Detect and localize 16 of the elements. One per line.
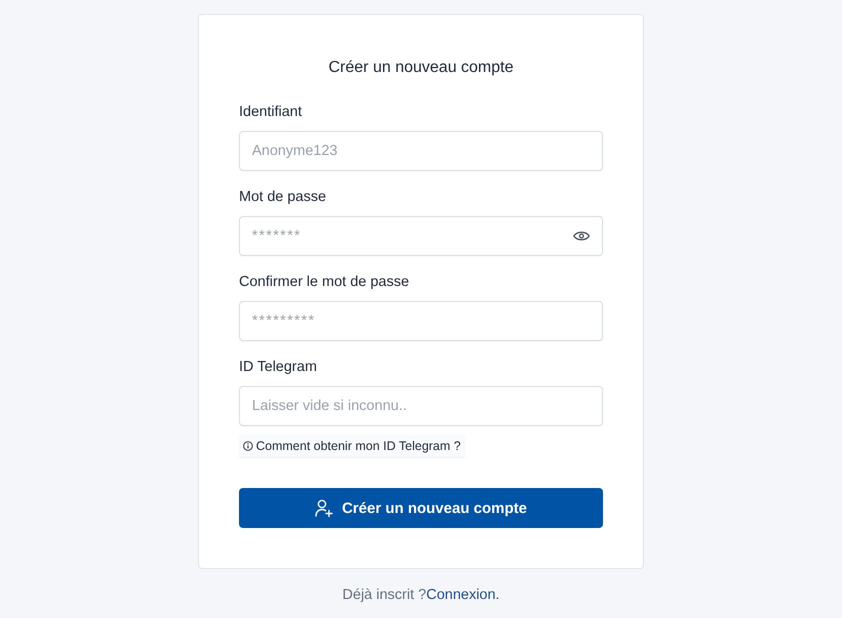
card-title: Créer un nouveau compte: [328, 58, 514, 78]
field-label: Confirmer le mot de passe: [239, 273, 410, 292]
user-plus-icon: [314, 499, 333, 517]
login-link[interactable]: Connexion.: [426, 587, 500, 603]
telegram-id-field[interactable]: Laisser vide si inconnu..: [239, 386, 603, 426]
telegram-help-link[interactable]: Comment obtenir mon ID Telegram ?: [239, 435, 465, 458]
eye-icon[interactable]: [573, 230, 590, 242]
field-label: ID Telegram: [239, 358, 317, 377]
password-field[interactable]: *******: [239, 216, 603, 256]
confirm-password-field[interactable]: *********: [239, 301, 603, 341]
username-field[interactable]: Anonyme123: [239, 131, 603, 171]
field-label: Mot de passe: [239, 188, 326, 207]
create-account-button[interactable]: Créer un nouveau compte: [239, 488, 603, 528]
field-label: Identifiant: [239, 103, 302, 122]
info-icon: [243, 441, 253, 451]
login-prompt: Déjà inscrit ?: [342, 587, 426, 603]
